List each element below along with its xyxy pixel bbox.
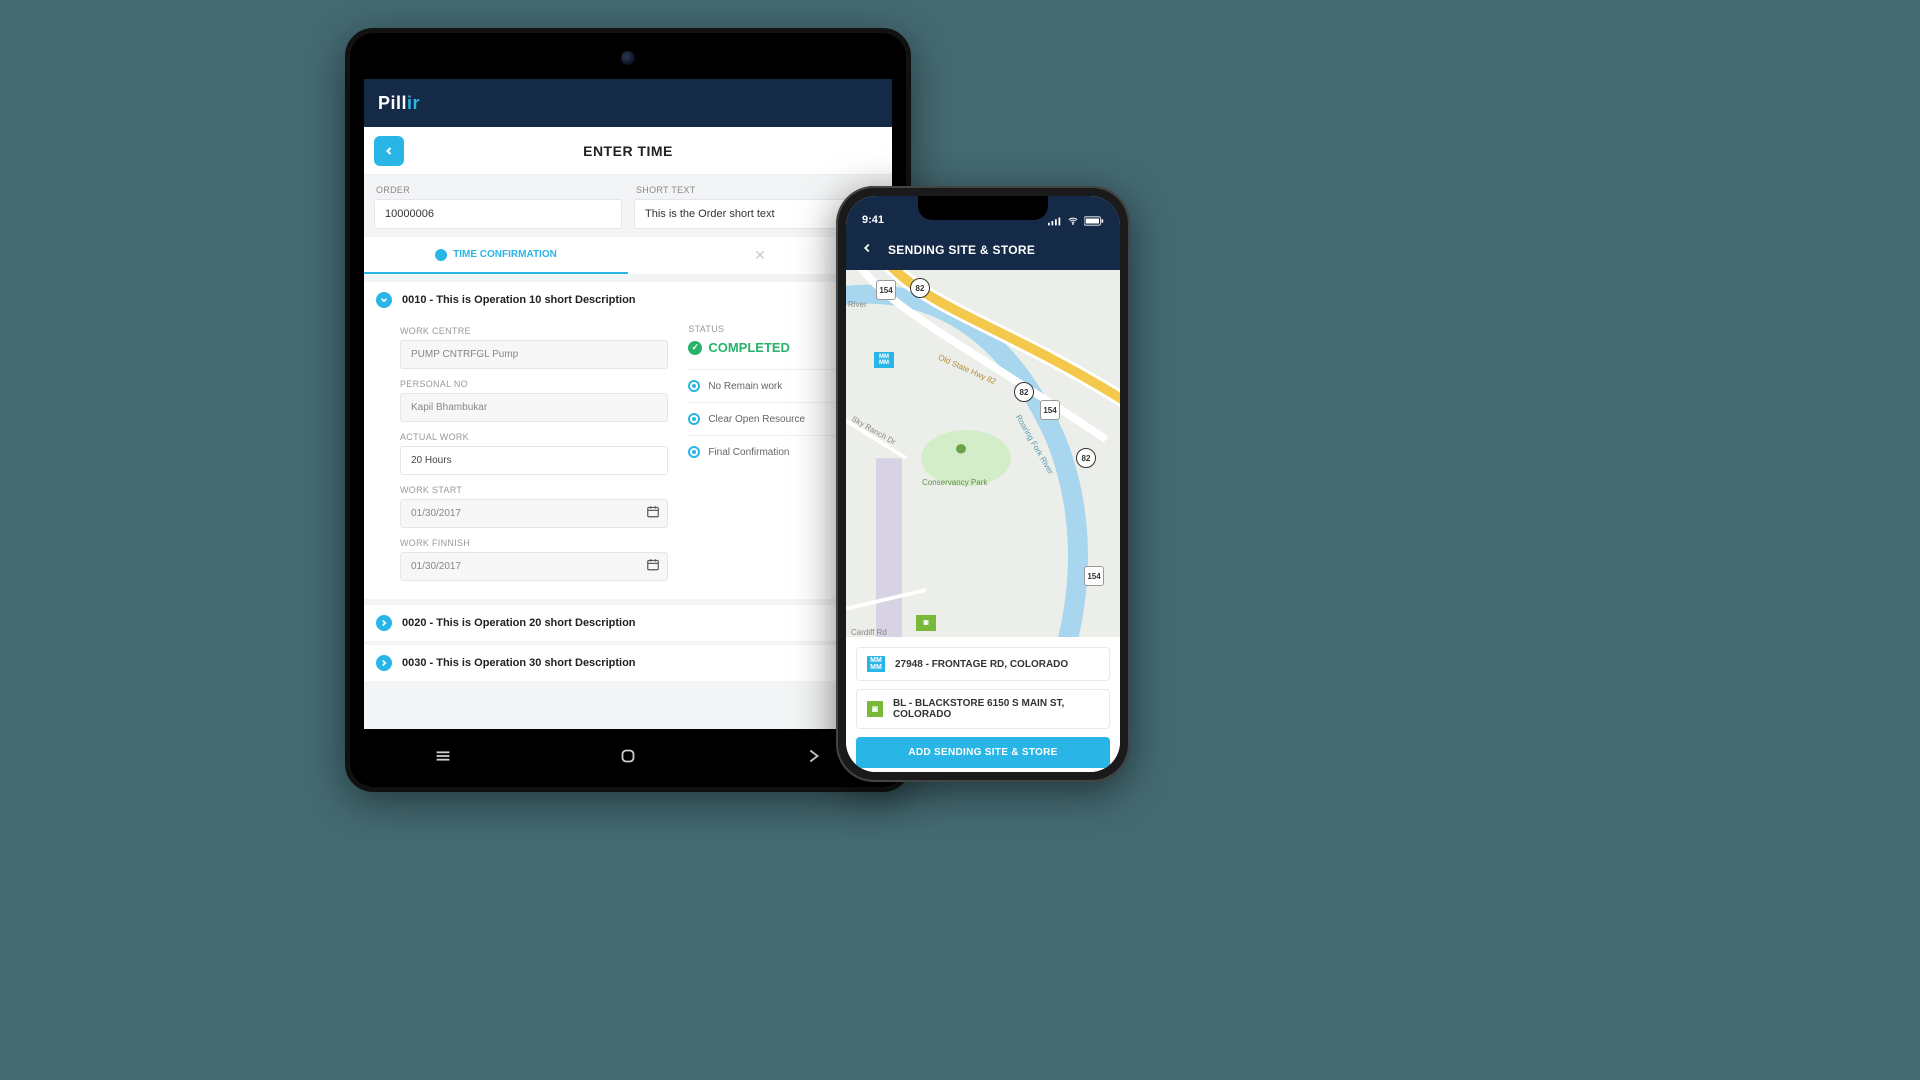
operation-0010-header[interactable]: 0010 - This is Operation 10 short Descri…: [364, 282, 892, 318]
operation-0030-header[interactable]: 0030 - This is Operation 30 short Descri…: [364, 645, 892, 681]
personal-no-label: PERSONAL NO: [400, 373, 668, 393]
route-shield-154: 154: [1084, 566, 1104, 586]
order-input[interactable]: [374, 199, 622, 229]
work-start-label: WORK START: [400, 479, 668, 499]
check-icon: ✓: [688, 341, 702, 355]
work-centre-input[interactable]: [400, 340, 668, 369]
nav-menu-button[interactable]: [428, 741, 458, 771]
status-text: COMPLETED: [708, 340, 790, 355]
work-finish-label: WORK FINNISH: [400, 532, 668, 552]
tab-strip: TIME CONFIRMATION ✕: [364, 237, 892, 274]
map-label-river: River: [848, 300, 867, 309]
square-icon: [617, 745, 639, 767]
phone-header: SENDING SITE & STORE: [846, 230, 1120, 270]
phone-back-button[interactable]: [860, 241, 874, 260]
nav-home-button[interactable]: [613, 741, 643, 771]
add-site-store-button[interactable]: ADD SENDING SITE & STORE: [856, 737, 1110, 768]
nav-back-button[interactable]: [798, 741, 828, 771]
work-start-input[interactable]: [400, 499, 668, 528]
map-view[interactable]: MMMM ▣ 154 82 82 82 154 154 River Old St…: [846, 270, 1120, 637]
actual-work-label: ACTUAL WORK: [400, 426, 668, 446]
statusbar-time: 9:41: [862, 214, 884, 226]
tab-time-confirmation[interactable]: TIME CONFIRMATION: [364, 237, 628, 274]
tablet-system-nav: [350, 739, 906, 773]
work-centre-label: WORK CENTRE: [400, 320, 668, 340]
clock-icon: [435, 249, 447, 261]
store-icon: ▣: [867, 701, 883, 717]
operation-title: 0010 - This is Operation 10 short Descri…: [402, 294, 636, 306]
radio-icon: [688, 413, 700, 425]
chevron-left-icon: [383, 145, 395, 157]
radio-icon: [688, 380, 700, 392]
radio-label: Clear Open Resource: [708, 414, 805, 425]
order-label: ORDER: [374, 179, 622, 199]
radio-label: Final Confirmation: [708, 447, 789, 458]
page-titlebar: ENTER TIME: [364, 127, 892, 175]
chevron-left-icon: [860, 241, 874, 255]
calendar-icon[interactable]: [646, 557, 660, 576]
menu-icon: [432, 745, 454, 767]
calendar-icon[interactable]: [646, 504, 660, 523]
tablet-camera: [621, 51, 635, 65]
route-shield-82: 82: [910, 278, 930, 298]
order-row: ORDER SHORT TEXT: [364, 175, 892, 229]
route-shield-154: 154: [1040, 400, 1060, 420]
brand-left: Pill: [378, 93, 407, 113]
battery-icon: [1084, 216, 1104, 226]
cta-label: ADD SENDING SITE & STORE: [908, 747, 1057, 758]
phone-screen: 9:41 SENDING SITE & STORE: [846, 196, 1120, 772]
location-card-store[interactable]: ▣ BL - BLACKSTORE 6150 S MAIN ST, COLORA…: [856, 689, 1110, 729]
route-shield-82: 82: [1014, 382, 1034, 402]
work-finish-input[interactable]: [400, 552, 668, 581]
back-button[interactable]: [374, 136, 404, 166]
tab-label: TIME CONFIRMATION: [453, 249, 557, 260]
chevron-right-icon: [376, 655, 392, 671]
operation-0020-header[interactable]: 0020 - This is Operation 20 short Descri…: [364, 605, 892, 641]
location-card-site[interactable]: MMMM 27948 - FRONTAGE RD, COLORADO: [856, 647, 1110, 681]
operation-title: 0030 - This is Operation 30 short Descri…: [402, 657, 636, 669]
phone-bottom-panel: MMMM 27948 - FRONTAGE RD, COLORADO ▣ BL …: [846, 637, 1120, 772]
map-marker-site[interactable]: MMMM: [874, 352, 894, 368]
map-label-park: Conservancy Park: [922, 478, 987, 487]
chevron-right-icon: [376, 615, 392, 631]
brand-right: ir: [407, 93, 420, 113]
signal-icon: [1048, 216, 1062, 226]
chevron-right-icon: [802, 745, 824, 767]
phone-device-frame: 9:41 SENDING SITE & STORE: [836, 186, 1130, 782]
radio-label: No Remain work: [708, 381, 782, 392]
tablet-device-frame: Pillir ENTER TIME ORDER SHORT TEXT: [345, 28, 911, 792]
wifi-icon: [1066, 216, 1080, 226]
route-shield-82: 82: [1076, 448, 1096, 468]
page-title: ENTER TIME: [404, 143, 852, 159]
radio-icon: [688, 446, 700, 458]
short-text-label: SHORT TEXT: [634, 179, 882, 199]
site-icon: MMMM: [867, 656, 885, 672]
operation-title: 0020 - This is Operation 20 short Descri…: [402, 617, 636, 629]
map-marker-store[interactable]: ▣: [916, 615, 936, 631]
actual-work-input[interactable]: [400, 446, 668, 475]
personal-no-input[interactable]: [400, 393, 668, 422]
phone-notch: [918, 196, 1048, 220]
location-text: BL - BLACKSTORE 6150 S MAIN ST, COLORADO: [893, 698, 1099, 720]
brand-logo: Pillir: [378, 93, 420, 114]
tablet-bezel: Pillir ENTER TIME ORDER SHORT TEXT: [350, 33, 906, 787]
location-text: 27948 - FRONTAGE RD, COLORADO: [895, 659, 1068, 670]
phone-title: SENDING SITE & STORE: [888, 243, 1035, 257]
tablet-screen: Pillir ENTER TIME ORDER SHORT TEXT: [364, 79, 892, 729]
map-label-cardiff: Cardiff Rd: [851, 628, 887, 637]
route-shield-154: 154: [876, 280, 896, 300]
chevron-down-icon: [376, 292, 392, 308]
app-header: Pillir: [364, 79, 892, 127]
operation-0010-body: WORK CENTRE PERSONAL NO ACTUAL WORK WORK…: [364, 318, 892, 599]
close-icon: ✕: [754, 247, 766, 264]
